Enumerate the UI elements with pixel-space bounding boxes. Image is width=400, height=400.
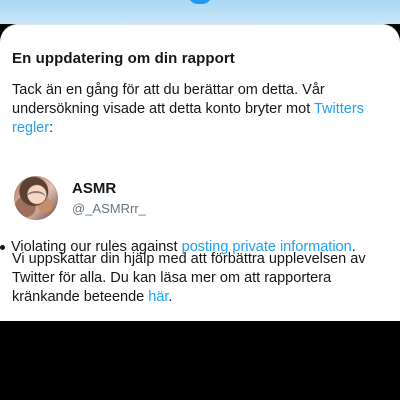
thank-you-message: Tack än en gång för att du berättar om d… xyxy=(12,81,392,138)
report-help-link[interactable]: här xyxy=(148,289,168,305)
page-title: En uppdatering om din rapport xyxy=(12,50,235,67)
report-update-card: En uppdatering om din rapport Tack än en… xyxy=(0,24,400,321)
reported-account-card[interactable]: ASMR @_ASMRrr_ xyxy=(14,176,264,224)
report-help-text: Vi uppskattar din hjälp med att förbättr… xyxy=(12,251,366,305)
bullet-dot-icon xyxy=(0,245,5,250)
reported-account-handle: @_ASMRrr_ xyxy=(72,201,146,216)
report-help-message: Vi uppskattar din hjälp med att förbättr… xyxy=(12,250,392,307)
twitter-report-update-screen: En uppdatering om din rapport Tack än en… xyxy=(0,0,400,400)
top-header-band xyxy=(0,0,400,24)
report-help-end-punctuation: . xyxy=(168,289,173,305)
thank-you-text: Tack än en gång för att du berättar om d… xyxy=(12,82,325,117)
thank-you-end-punctuation: : xyxy=(49,120,54,136)
reported-account-name: ASMR xyxy=(72,180,117,197)
profile-avatar-icon[interactable] xyxy=(14,176,58,220)
